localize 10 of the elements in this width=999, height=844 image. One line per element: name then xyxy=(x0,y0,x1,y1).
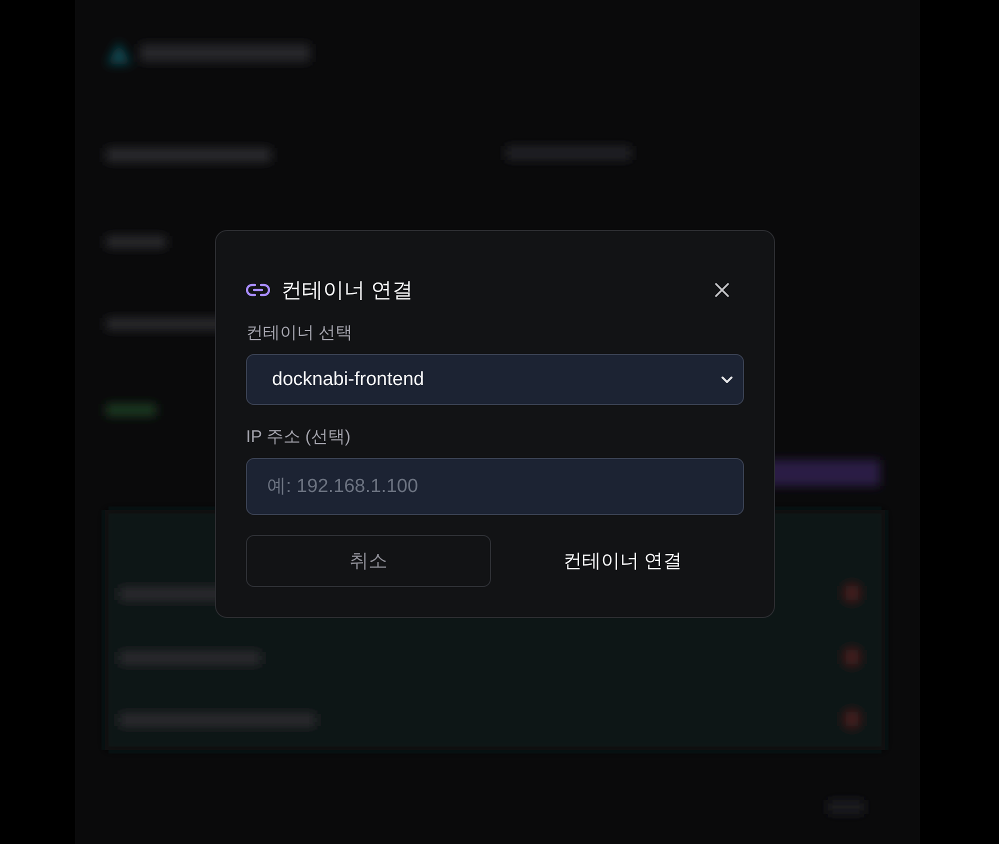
close-button[interactable] xyxy=(712,280,732,300)
chevron-down-icon xyxy=(721,376,733,384)
cancel-button[interactable]: 취소 xyxy=(246,535,491,587)
connect-button[interactable]: 컨테이너 연결 xyxy=(501,535,744,587)
field-label: 컨테이너 선택 xyxy=(246,322,354,344)
container-dropdown[interactable]: docknabi-frontend xyxy=(246,354,744,405)
ip-address-field[interactable]: 예: 192.168.1.100 xyxy=(246,458,744,515)
dialog-title: 컨테이너 연결 xyxy=(281,278,414,304)
field-label: IP 주소 (선택) xyxy=(246,426,352,448)
link-icon xyxy=(246,283,270,297)
